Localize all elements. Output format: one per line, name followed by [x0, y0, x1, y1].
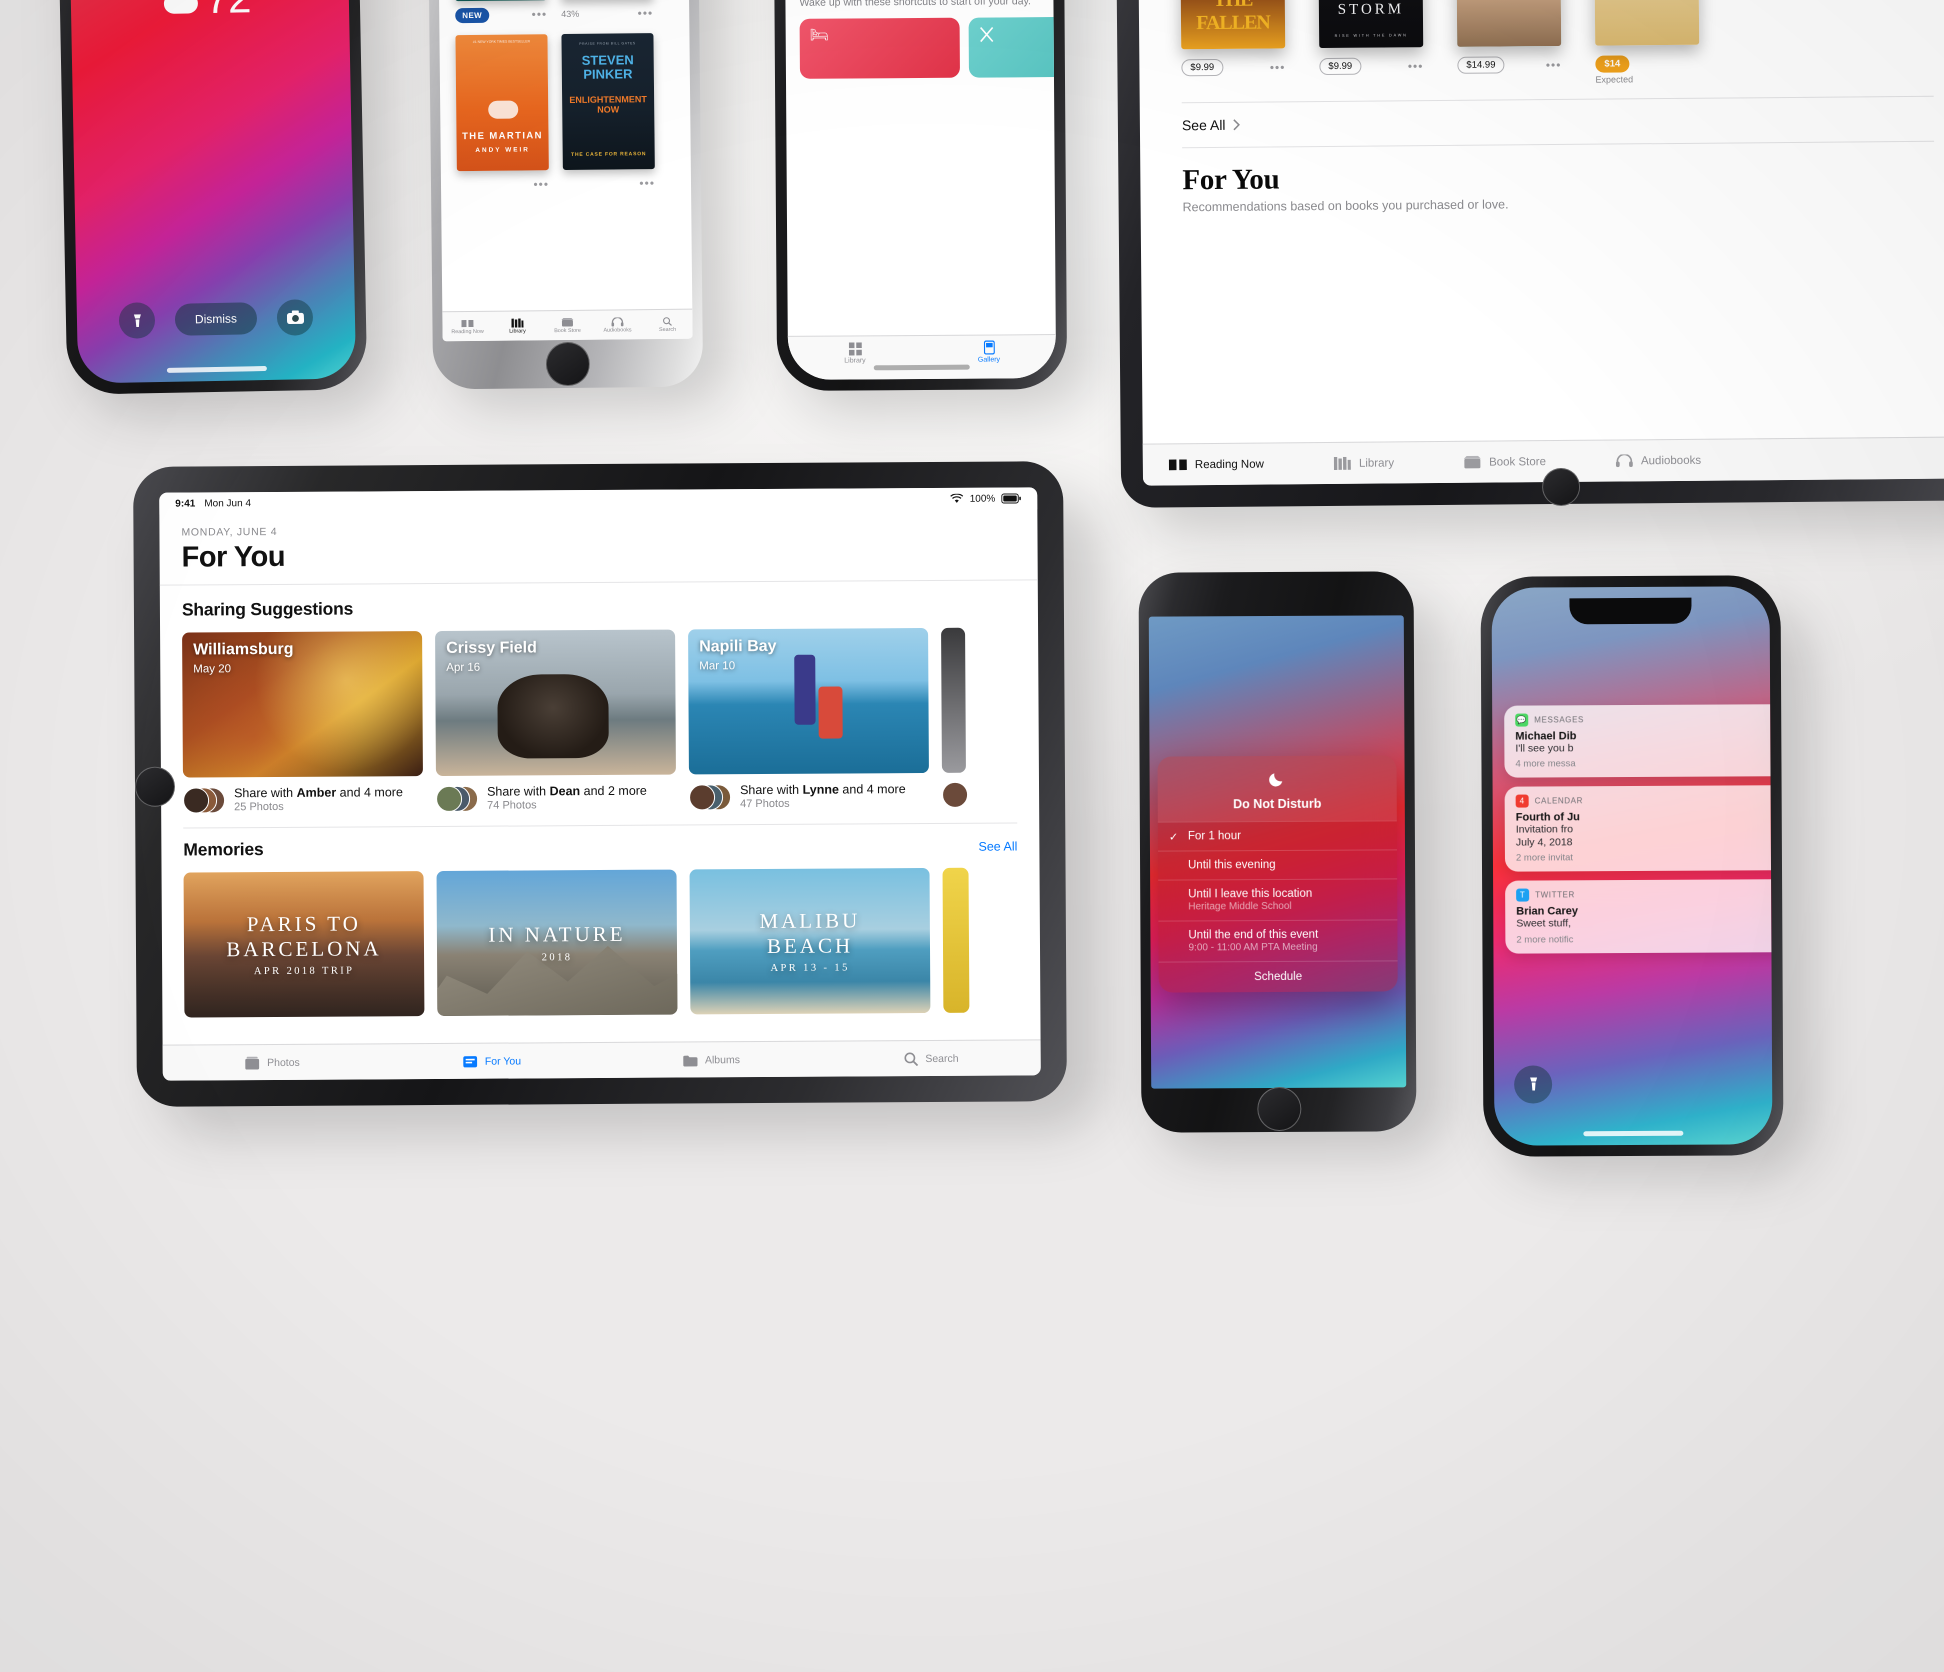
vignette-overlay — [0, 0, 1944, 1672]
